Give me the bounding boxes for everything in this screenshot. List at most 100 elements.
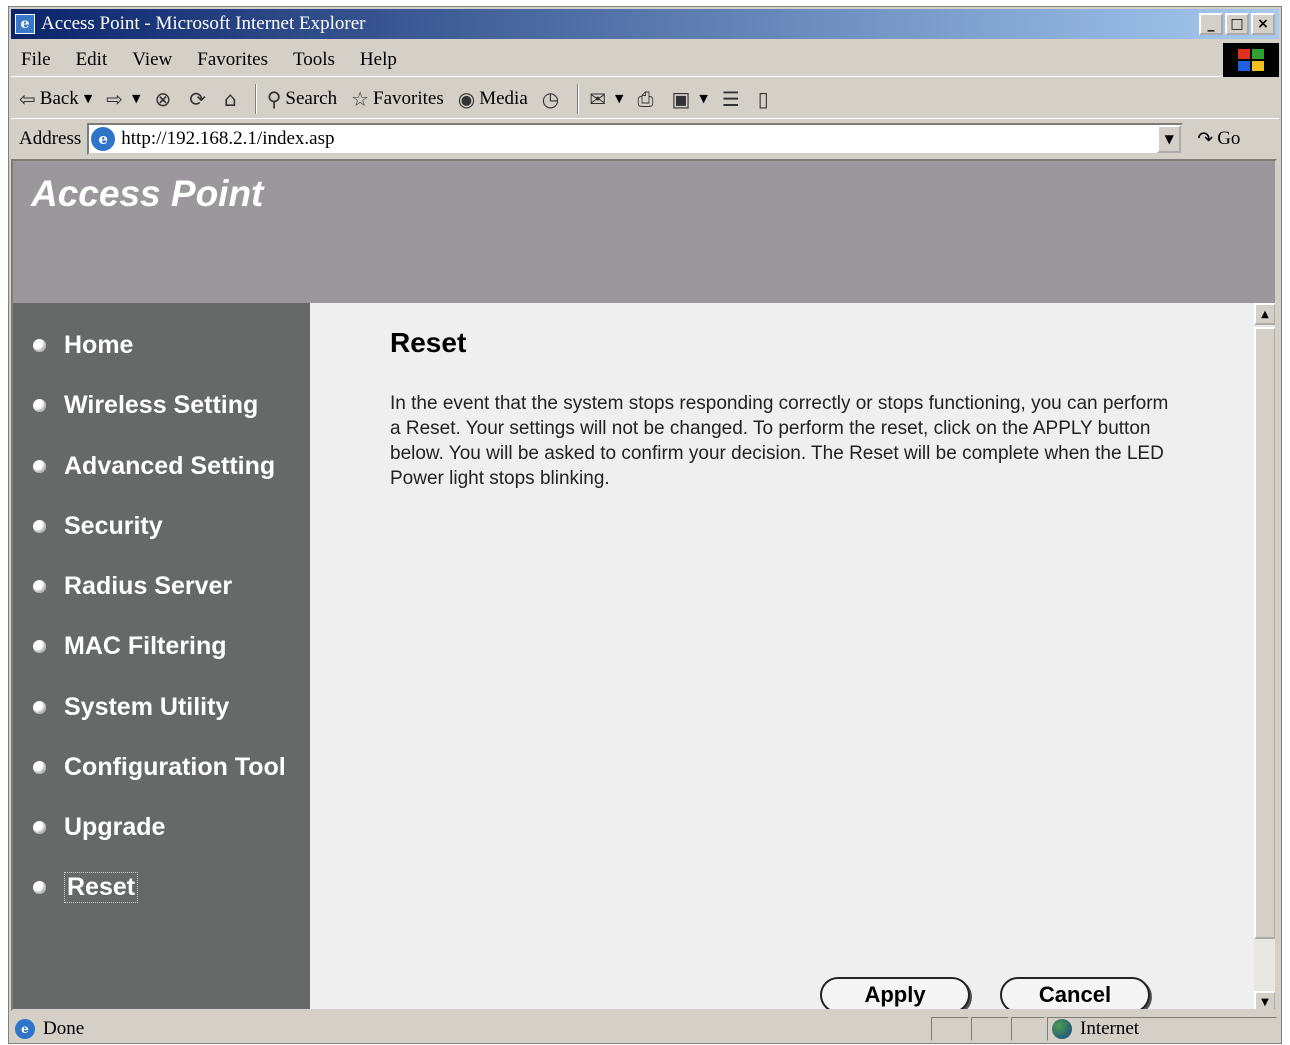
sidebar-item-label: MAC Filtering xyxy=(64,631,227,660)
sidebar-item-advanced-setting[interactable]: Advanced Setting xyxy=(33,448,275,484)
sidebar-item-wireless-setting[interactable]: Wireless Setting xyxy=(33,387,258,423)
discuss-icon: ☰ xyxy=(721,86,740,111)
search-button[interactable]: ⚲ Search xyxy=(267,87,337,111)
chevron-down-icon[interactable]: ▼ xyxy=(615,92,623,105)
chevron-down-icon[interactable]: ▼ xyxy=(699,92,707,105)
bullet-icon xyxy=(33,700,46,714)
sidebar-item-system-utility[interactable]: System Utility xyxy=(33,689,229,725)
scroll-up-icon[interactable]: ▲ xyxy=(1254,303,1275,325)
address-dropdown-icon[interactable]: ▼ xyxy=(1157,125,1182,153)
address-input[interactable]: e http://192.168.2.1/index.asp ▼ xyxy=(87,123,1184,155)
address-label: Address xyxy=(19,128,82,149)
mail-button[interactable]: ✉ ▼ xyxy=(589,87,623,111)
close-button[interactable]: × xyxy=(1251,13,1275,35)
bullet-icon xyxy=(33,338,46,352)
print-button[interactable]: ⎙ xyxy=(637,87,657,111)
menu-edit[interactable]: Edit xyxy=(76,49,108,71)
go-label: Go xyxy=(1217,128,1241,149)
sidebar-item-label: Home xyxy=(64,330,134,359)
back-button[interactable]: ⇦ Back ▼ xyxy=(19,87,92,111)
edit-button[interactable]: ▣ ▼ xyxy=(671,87,707,111)
status-cell xyxy=(931,1017,969,1041)
home-button[interactable]: ⌂ xyxy=(224,87,241,111)
sidebar-item-label: Advanced Setting xyxy=(64,451,276,480)
page-content: Access Point Home Wireless Setting Advan… xyxy=(11,159,1277,1011)
menu-favorites[interactable]: Favorites xyxy=(197,49,268,71)
title-bar: e Access Point - Microsoft Internet Expl… xyxy=(11,9,1279,39)
history-icon: ◷ xyxy=(541,86,560,111)
bullet-icon xyxy=(33,459,46,473)
zone-label: Internet xyxy=(1080,1018,1140,1039)
security-zone: Internet xyxy=(1047,1017,1277,1041)
messenger-button[interactable]: ▯ xyxy=(758,87,773,111)
menu-file[interactable]: File xyxy=(21,49,51,71)
discuss-button[interactable]: ☰ xyxy=(722,87,744,111)
vertical-scrollbar[interactable]: ▲ ▼ xyxy=(1254,303,1275,1009)
standard-toolbar: ⇦ Back ▼ ⇨ ▼ ⊗ ⟳ ⌂ ⚲ Search ☆ Favorites … xyxy=(11,79,1279,119)
media-icon: ◉ xyxy=(457,86,476,111)
bullet-icon xyxy=(33,639,46,653)
sidebar-item-radius-server[interactable]: Radius Server xyxy=(33,568,232,604)
bullet-icon xyxy=(33,820,46,834)
scroll-down-icon[interactable]: ▼ xyxy=(1254,991,1275,1009)
ie-icon: e xyxy=(15,14,35,34)
go-arrow-icon: ↷ xyxy=(1197,128,1214,150)
mail-icon: ✉ xyxy=(589,86,606,111)
chevron-down-icon[interactable]: ▼ xyxy=(132,92,140,105)
bullet-icon xyxy=(33,579,46,593)
toolbar-separator xyxy=(254,83,257,114)
search-label: Search xyxy=(285,87,338,109)
window-title: Access Point - Microsoft Internet Explor… xyxy=(41,13,366,34)
edit-icon: ▣ xyxy=(671,86,691,111)
window-controls: _ □ × xyxy=(1199,13,1275,35)
menu-bar: File Edit View Favorites Tools Help xyxy=(11,43,1279,77)
sidebar-item-label: Configuration Tool xyxy=(64,752,286,781)
status-bar: e Done Internet xyxy=(11,1015,1279,1043)
menu-help[interactable]: Help xyxy=(360,49,397,71)
address-bar: Address e http://192.168.2.1/index.asp ▼… xyxy=(11,121,1279,157)
apply-button[interactable]: Apply xyxy=(820,977,970,1009)
history-button[interactable]: ◷ xyxy=(542,87,563,111)
address-url[interactable]: http://192.168.2.1/index.asp xyxy=(121,128,334,150)
maximize-button[interactable]: □ xyxy=(1225,13,1249,35)
minimize-button[interactable]: _ xyxy=(1199,13,1223,35)
status-text: Done xyxy=(43,1018,85,1039)
sidebar-item-configuration-tool[interactable]: Configuration Tool xyxy=(33,749,286,785)
go-button[interactable]: ↷ Go xyxy=(1197,128,1240,150)
stop-icon: ⊗ xyxy=(154,86,172,111)
cancel-button[interactable]: Cancel xyxy=(1000,977,1150,1009)
bullet-icon xyxy=(33,519,46,533)
sidebar-item-mac-filtering[interactable]: MAC Filtering xyxy=(33,628,227,664)
sidebar-item-label: System Utility xyxy=(64,692,230,721)
sidebar-item-home[interactable]: Home xyxy=(33,327,133,363)
favorites-button[interactable]: ☆ Favorites xyxy=(351,87,444,111)
banner-title: Access Point xyxy=(31,173,264,214)
sidebar-item-security[interactable]: Security xyxy=(33,508,163,544)
favorites-icon: ☆ xyxy=(351,86,370,111)
refresh-button[interactable]: ⟳ xyxy=(189,87,210,111)
forward-button[interactable]: ⇨ ▼ xyxy=(106,87,140,111)
sidebar-item-label: Security xyxy=(64,511,163,540)
page-title: Reset xyxy=(390,327,467,358)
status-cell xyxy=(1011,1017,1045,1041)
scrollbar-thumb[interactable] xyxy=(1254,327,1275,939)
print-icon: ⎙ xyxy=(637,86,654,111)
menu-tools[interactable]: Tools xyxy=(293,49,335,71)
favorites-label: Favorites xyxy=(373,87,444,109)
header-banner: Access Point xyxy=(13,161,1275,303)
sidebar-nav: Home Wireless Setting Advanced Setting S… xyxy=(13,303,310,1009)
page-status-icon: e xyxy=(15,1019,35,1039)
sidebar-item-label: Reset xyxy=(64,871,139,903)
windows-logo-throbber xyxy=(1223,43,1279,77)
sidebar-item-upgrade[interactable]: Upgrade xyxy=(33,809,165,845)
stop-button[interactable]: ⊗ xyxy=(155,87,176,111)
sidebar-item-label: Wireless Setting xyxy=(64,390,259,419)
media-button[interactable]: ◉ Media xyxy=(458,87,528,111)
sidebar-item-reset[interactable]: Reset xyxy=(33,869,139,905)
bullet-icon xyxy=(33,398,46,412)
sidebar-item-label: Radius Server xyxy=(64,571,233,600)
search-icon: ⚲ xyxy=(266,86,282,111)
page-icon: e xyxy=(91,127,116,151)
menu-view[interactable]: View xyxy=(132,49,172,71)
chevron-down-icon[interactable]: ▼ xyxy=(84,92,92,105)
